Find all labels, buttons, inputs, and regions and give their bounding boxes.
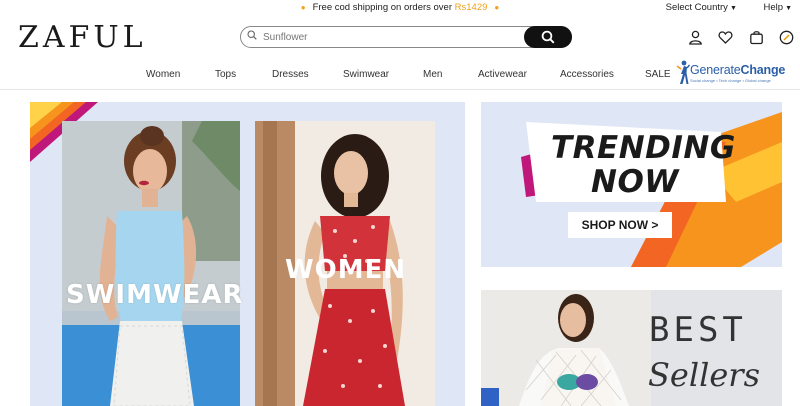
search-icon (541, 30, 555, 44)
best-sellers-banner[interactable]: BEST Sellers (481, 290, 782, 406)
trending-title-line2: NOW (591, 164, 679, 200)
promo-dot-icon: ● (494, 3, 500, 12)
promo-amount: Rs1429 (454, 2, 488, 13)
nav-item-men[interactable]: Men (423, 69, 442, 80)
chevron-down-icon: ▼ (729, 5, 737, 12)
generate-change-logo: GenerateChange Social change • Tech chan… (676, 59, 796, 87)
trending-now-banner[interactable]: TRENDING NOW SHOP NOW > (481, 102, 782, 267)
hero-banner[interactable]: SWIMWEAR WOMEN (30, 102, 465, 406)
bag-icon[interactable] (749, 30, 765, 46)
swimwear-model-image (62, 121, 240, 406)
help-link[interactable]: Help ▼ (752, 2, 792, 13)
women-label[interactable]: WOMEN (285, 255, 406, 285)
best-sellers-photo (481, 290, 651, 406)
chevron-down-icon: ▼ (785, 5, 792, 12)
heart-icon[interactable] (718, 30, 734, 46)
nav-item-activewear[interactable]: Activewear (478, 69, 527, 80)
promo-text: Free cod shipping on orders over (312, 2, 455, 13)
promo-dot-icon: ● (300, 3, 306, 12)
best-sellers-subtitle: Sellers (648, 356, 760, 394)
nav-item-tops[interactable]: Tops (215, 69, 236, 80)
person-figure-icon (676, 60, 690, 84)
page: ● Free cod shipping on orders over Rs1429… (0, 0, 800, 406)
select-country-link[interactable]: Select Country ▼ (654, 2, 737, 13)
best-sellers-model-image (481, 290, 651, 406)
compass-icon[interactable] (779, 30, 795, 46)
trending-title-line1: TRENDING (551, 130, 736, 166)
nav-item-accessories[interactable]: Accessories (560, 69, 614, 80)
user-icon[interactable] (688, 30, 704, 46)
header-divider (0, 89, 800, 90)
promo-bar: ● Free cod shipping on orders over Rs1429… (0, 0, 800, 16)
search-button[interactable] (524, 26, 572, 48)
nav-item-women[interactable]: Women (146, 69, 180, 80)
brand-logo[interactable]: ZAFUL (18, 20, 147, 55)
search-input[interactable] (263, 29, 513, 45)
search-box (240, 26, 572, 48)
select-country-label: Select Country (665, 2, 728, 13)
help-label: Help (763, 2, 784, 13)
generate-word: Generate (690, 63, 741, 77)
nav-item-sale[interactable]: SALE (645, 69, 671, 80)
nav-item-dresses[interactable]: Dresses (272, 69, 309, 80)
change-word: Change (740, 63, 786, 77)
search-icon (247, 30, 257, 43)
generate-change-tagline: Social change • Tech change • Global cha… (690, 78, 771, 83)
swimwear-panel[interactable] (62, 121, 240, 406)
swimwear-label[interactable]: SWIMWEAR (66, 280, 244, 310)
shop-now-button[interactable]: SHOP NOW > (568, 212, 672, 238)
nav-item-swimwear[interactable]: Swimwear (343, 69, 389, 80)
top-links: Select Country ▼ Help ▼ (642, 2, 792, 13)
best-sellers-title: BEST (649, 310, 747, 350)
generate-change-wordmark: GenerateChange (690, 63, 785, 77)
